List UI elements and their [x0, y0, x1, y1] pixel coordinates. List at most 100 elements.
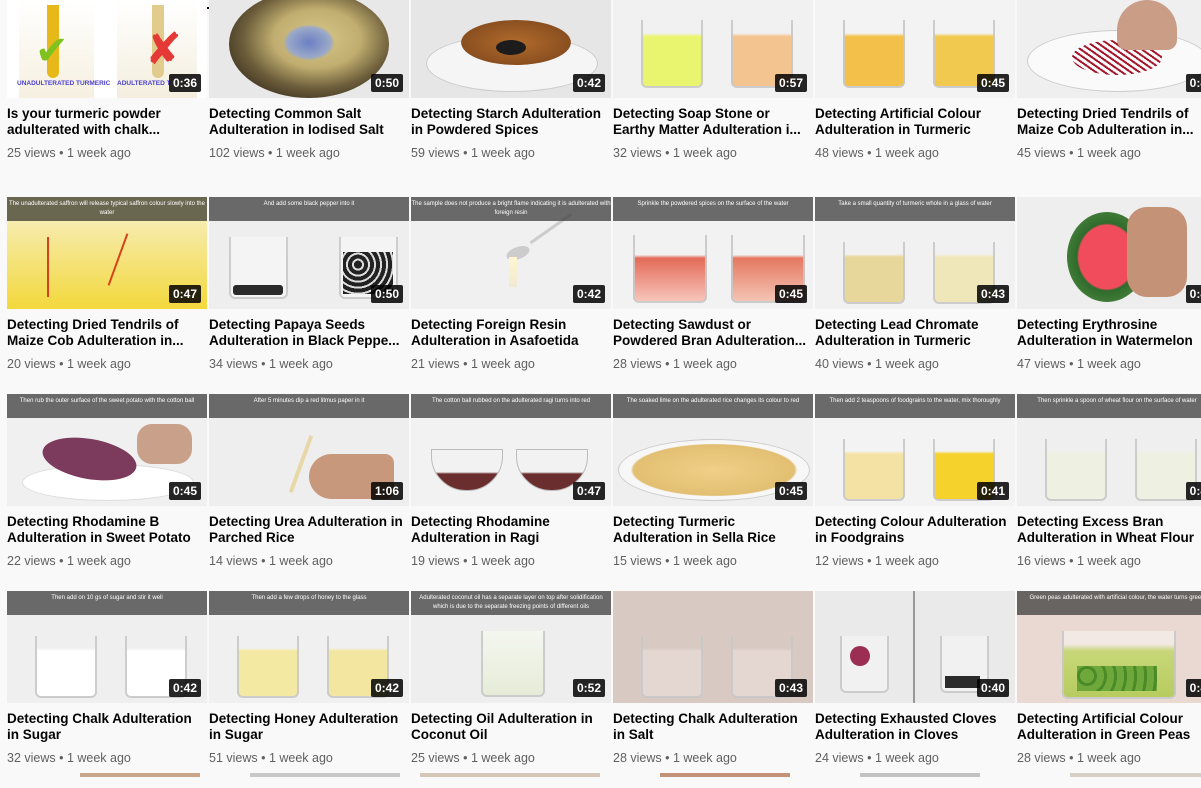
video-thumbnail[interactable]: Then add a few drops of honey to the gla…	[209, 591, 409, 703]
video-thumbnail[interactable]: After 5 minutes dip a red litmus paper i…	[209, 394, 409, 506]
video-title[interactable]: Detecting Dried Tendrils of Maize Cob Ad…	[1017, 106, 1201, 138]
video-meta: 12 views • 1 week ago	[815, 554, 939, 568]
thumb-strip-2	[250, 773, 400, 777]
video-card[interactable]: Sprinkle the powdered spices on the surf…	[613, 197, 813, 394]
video-thumbnail[interactable]: Adulterated coconut oil has a separate l…	[411, 591, 611, 703]
video-title[interactable]: Detecting Excess Bran Adulteration in Wh…	[1017, 514, 1201, 546]
video-thumbnail[interactable]: 0:4	[1017, 197, 1201, 309]
thumbnail-caption: Then sprinkle a spoon of wheat flour on …	[1017, 394, 1201, 418]
thumbnail-caption: Adulterated coconut oil has a separate l…	[411, 591, 611, 615]
video-title[interactable]: Detecting Sawdust or Powdered Bran Adult…	[613, 317, 813, 349]
video-thumbnail[interactable]: 0:42	[411, 0, 611, 98]
checkmark-icon: ✔	[35, 29, 69, 73]
duration-badge: 0:50	[370, 285, 403, 303]
video-card[interactable]: 0:45 Detecting Artificial Colour Adulter…	[815, 0, 1015, 197]
video-title[interactable]: Detecting Foreign Resin Adulteration in …	[411, 317, 611, 349]
video-meta: 59 views • 1 week ago	[411, 146, 535, 160]
video-thumbnail[interactable]: ✔ ✘ UNADULTERATED TURMERIC ADULTERATED T…	[7, 0, 207, 98]
video-meta: 48 views • 1 week ago	[815, 146, 939, 160]
video-thumbnail[interactable]: 0:50	[209, 0, 409, 98]
video-card[interactable]: Green peas adulterated with artificial c…	[1017, 591, 1201, 788]
video-title[interactable]: Detecting Chalk Adulteration in Salt	[613, 711, 813, 743]
video-card[interactable]: The sample does not produce a bright fla…	[411, 197, 611, 394]
video-thumbnail[interactable]: Then add on 10 gs of sugar and stir it w…	[7, 591, 207, 703]
video-card[interactable]: ✔ ✘ UNADULTERATED TURMERIC ADULTERATED T…	[7, 0, 207, 197]
video-thumbnail[interactable]: 0:57	[613, 0, 813, 98]
duration-badge: 0:4	[1185, 679, 1201, 697]
video-title[interactable]: Detecting Papaya Seeds Adulteration in B…	[209, 317, 409, 349]
video-thumbnail[interactable]: The unadulterated saffron will release t…	[7, 197, 207, 309]
video-card[interactable]: And add some black pepper into it 0:50 D…	[209, 197, 409, 394]
video-title[interactable]: Detecting Rhodamine B Adulteration in Sw…	[7, 514, 207, 546]
duration-badge: 0:47	[572, 482, 605, 500]
video-title[interactable]: Detecting Turmeric Adulteration in Sella…	[613, 514, 813, 546]
video-card[interactable]: The cotton ball rubbed on the adulterate…	[411, 394, 611, 591]
video-meta: 25 views • 1 week ago	[411, 751, 535, 765]
video-title[interactable]: Detecting Urea Adulteration in Parched R…	[209, 514, 409, 546]
video-card[interactable]: The unadulterated saffron will release t…	[7, 197, 207, 394]
video-title[interactable]: Detecting Starch Adulteration in Powdere…	[411, 106, 611, 138]
video-card[interactable]: 0:57 Detecting Soap Stone or Earthy Matt…	[613, 0, 813, 197]
video-meta: 28 views • 1 week ago	[1017, 751, 1141, 765]
video-thumbnail[interactable]: Sprinkle the powdered spices on the surf…	[613, 197, 813, 309]
video-thumbnail[interactable]: Then sprinkle a spoon of wheat flour on …	[1017, 394, 1201, 506]
video-title[interactable]: Is your turmeric powder adulterated with…	[7, 106, 207, 138]
video-thumbnail[interactable]: 0:43	[613, 591, 813, 703]
duration-badge: 0:40	[976, 679, 1009, 697]
video-card[interactable]: The soaked lime on the adulterated rice …	[613, 394, 813, 591]
video-meta: 28 views • 1 week ago	[613, 751, 737, 765]
video-card[interactable]: 0:4 Detecting Dried Tendrils of Maize Co…	[1017, 0, 1201, 197]
video-title[interactable]: Detecting Erythrosine Adulteration in Wa…	[1017, 317, 1201, 349]
video-thumbnail[interactable]: Take a small quantity of turmeric whole …	[815, 197, 1015, 309]
video-title[interactable]: Detecting Exhausted Cloves Adulteration …	[815, 711, 1015, 743]
video-thumbnail[interactable]: Then rub the outer surface of the sweet …	[7, 394, 207, 506]
video-thumbnail[interactable]: 0:40	[815, 591, 1015, 703]
duration-badge: 0:45	[976, 74, 1009, 92]
video-title[interactable]: Detecting Oil Adulteration in Coconut Oi…	[411, 711, 611, 743]
video-card[interactable]: Then add a few drops of honey to the gla…	[209, 591, 409, 788]
video-title[interactable]: Detecting Soap Stone or Earthy Matter Ad…	[613, 106, 813, 138]
video-title[interactable]: Detecting Lead Chromate Adulteration in …	[815, 317, 1015, 349]
video-thumbnail[interactable]: And add some black pepper into it 0:50	[209, 197, 409, 309]
video-meta: 20 views • 1 week ago	[7, 357, 131, 371]
video-thumbnail[interactable]: The soaked lime on the adulterated rice …	[613, 394, 813, 506]
video-thumbnail[interactable]: Then add 2 teaspoons of foodgrains to th…	[815, 394, 1015, 506]
thumbnail-caption: The unadulterated saffron will release t…	[7, 197, 207, 221]
video-card[interactable]: 0:40 Detecting Exhausted Cloves Adultera…	[815, 591, 1015, 788]
video-card[interactable]: Adulterated coconut oil has a separate l…	[411, 591, 611, 788]
video-thumbnail[interactable]: The sample does not produce a bright fla…	[411, 197, 611, 309]
duration-badge: 0:45	[774, 285, 807, 303]
video-thumbnail[interactable]: 0:45	[815, 0, 1015, 98]
video-card[interactable]: 0:50 Detecting Common Salt Adulteration …	[209, 0, 409, 197]
video-title[interactable]: Detecting Colour Adulteration in Foodgra…	[815, 514, 1015, 546]
thumbnail-caption: After 5 minutes dip a red litmus paper i…	[209, 394, 409, 418]
duration-badge: 0:43	[976, 285, 1009, 303]
duration-badge: 0:50	[370, 74, 403, 92]
video-title[interactable]: Detecting Artificial Colour Adulteration…	[815, 106, 1015, 138]
video-card[interactable]: After 5 minutes dip a red litmus paper i…	[209, 394, 409, 591]
video-card[interactable]: 0:42 Detecting Starch Adulteration in Po…	[411, 0, 611, 197]
video-card[interactable]: 0:4 Detecting Erythrosine Adulteration i…	[1017, 197, 1201, 394]
video-grid: ✔ ✘ UNADULTERATED TURMERIC ADULTERATED T…	[7, 0, 1201, 788]
video-card[interactable]: Take a small quantity of turmeric whole …	[815, 197, 1015, 394]
video-title[interactable]: Detecting Chalk Adulteration in Sugar	[7, 711, 207, 743]
thumbnail-caption: The soaked lime on the adulterated rice …	[613, 394, 813, 418]
video-title[interactable]: Detecting Artificial Colour Adulteration…	[1017, 711, 1201, 743]
video-meta: 25 views • 1 week ago	[7, 146, 131, 160]
video-title[interactable]: Detecting Dried Tendrils of Maize Cob Ad…	[7, 317, 207, 349]
video-title[interactable]: Detecting Honey Adulteration in Sugar	[209, 711, 409, 743]
duration-badge: 0:4	[1185, 482, 1201, 500]
video-card[interactable]: Then add on 10 gs of sugar and stir it w…	[7, 591, 207, 788]
video-title[interactable]: Detecting Rhodamine Adulteration in Ragi	[411, 514, 611, 546]
video-meta: 15 views • 1 week ago	[613, 554, 737, 568]
video-thumbnail[interactable]: Green peas adulterated with artificial c…	[1017, 591, 1201, 703]
video-thumbnail[interactable]: 0:4	[1017, 0, 1201, 98]
video-thumbnail[interactable]: The cotton ball rubbed on the adulterate…	[411, 394, 611, 506]
video-title[interactable]: Detecting Common Salt Adulteration in Io…	[209, 106, 409, 138]
video-card[interactable]: Then add 2 teaspoons of foodgrains to th…	[815, 394, 1015, 591]
video-card[interactable]: Then sprinkle a spoon of wheat flour on …	[1017, 394, 1201, 591]
video-card[interactable]: Then rub the outer surface of the sweet …	[7, 394, 207, 591]
video-meta: 21 views • 1 week ago	[411, 357, 535, 371]
video-card[interactable]: 0:43 Detecting Chalk Adulteration in Sal…	[613, 591, 813, 788]
duration-badge: 0:42	[168, 679, 201, 697]
